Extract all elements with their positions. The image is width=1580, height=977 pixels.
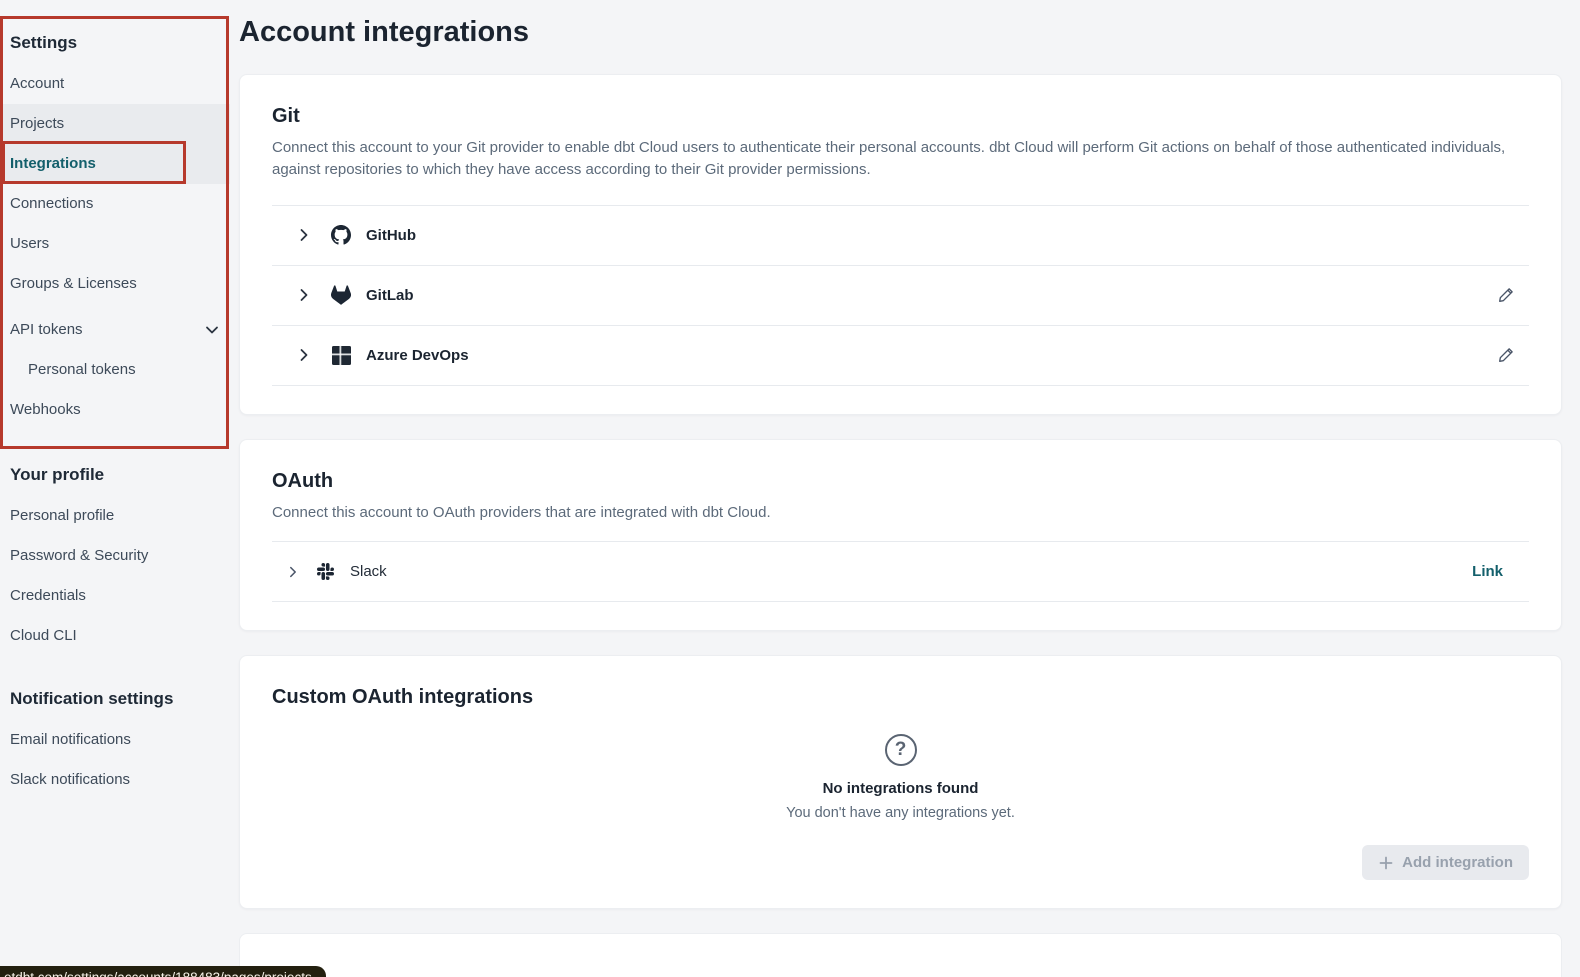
sidebar-item-label: Groups & Licenses xyxy=(10,264,137,304)
integration-label: Slack xyxy=(350,563,387,580)
sidebar-item-label: Users xyxy=(10,224,49,264)
chevron-right-icon[interactable] xyxy=(296,347,312,363)
integration-row-github[interactable]: GitHub xyxy=(272,206,1529,266)
azure-devops-icon xyxy=(330,346,352,365)
slack-icon xyxy=(314,563,336,580)
sidebar-item-label: Projects xyxy=(10,104,64,144)
main-content: Account integrations Git Connect this ac… xyxy=(239,14,1580,977)
sidebar-item-label: Personal profile xyxy=(10,496,114,536)
github-icon xyxy=(330,225,352,245)
status-bar-url: etdbt.com/settings/accounts/188483/pages… xyxy=(0,966,326,977)
sidebar-item-password-security[interactable]: Password & Security xyxy=(0,536,230,576)
sidebar-heading-your-profile: Your profile xyxy=(0,458,230,496)
sidebar-item-label: Cloud CLI xyxy=(10,616,77,656)
oauth-card: OAuth Connect this account to OAuth prov… xyxy=(239,439,1562,632)
sidebar-item-webhooks[interactable]: Webhooks xyxy=(0,390,230,430)
sidebar-item-groups-licenses[interactable]: Groups & Licenses xyxy=(0,264,230,304)
integration-label: GitHub xyxy=(366,227,416,244)
settings-sidebar: Settings Account Projects Integrations C… xyxy=(0,14,230,977)
sidebar-item-api-tokens[interactable]: API tokens xyxy=(0,310,230,350)
git-card: Git Connect this account to your Git pro… xyxy=(239,74,1562,415)
chevron-right-icon[interactable] xyxy=(296,287,312,303)
chevron-down-icon xyxy=(204,322,220,338)
sidebar-heading-settings: Settings xyxy=(0,26,230,64)
page-title: Account integrations xyxy=(239,14,1562,50)
chevron-right-icon[interactable] xyxy=(296,227,312,243)
sidebar-heading-notification-settings: Notification settings xyxy=(0,682,230,720)
git-provider-list: GitHub GitLab xyxy=(272,205,1529,386)
oauth-card-title: OAuth xyxy=(272,468,1529,494)
custom-oauth-card: Custom OAuth integrations ? No integrati… xyxy=(239,655,1562,909)
oauth-provider-list: Slack Link xyxy=(272,541,1529,602)
plus-icon xyxy=(1378,855,1394,871)
sidebar-item-credentials[interactable]: Credentials xyxy=(0,576,230,616)
sidebar-item-cloud-cli[interactable]: Cloud CLI xyxy=(0,616,230,656)
sidebar-item-label: Personal tokens xyxy=(28,350,136,390)
integration-label: Azure DevOps xyxy=(366,347,469,364)
integration-row-gitlab[interactable]: GitLab xyxy=(272,266,1529,326)
gitlab-icon xyxy=(330,285,352,305)
git-card-description: Connect this account to your Git provide… xyxy=(272,137,1529,181)
empty-state-text: You don't have any integrations yet. xyxy=(272,805,1529,821)
question-mark-icon: ? xyxy=(885,734,917,766)
edit-pencil-icon[interactable] xyxy=(1493,282,1519,308)
integration-row-azure-devops[interactable]: Azure DevOps xyxy=(272,326,1529,386)
sidebar-item-label: Account xyxy=(10,64,64,104)
add-integration-button[interactable]: Add integration xyxy=(1362,845,1529,880)
sidebar-item-account[interactable]: Account xyxy=(0,64,230,104)
empty-state: ? No integrations found You don't have a… xyxy=(272,734,1529,821)
edit-pencil-icon[interactable] xyxy=(1493,342,1519,368)
sidebar-item-slack-notifications[interactable]: Slack notifications xyxy=(0,760,230,800)
sidebar-item-label: Slack notifications xyxy=(10,760,130,800)
custom-oauth-card-title: Custom OAuth integrations xyxy=(272,684,1529,710)
slack-link-button[interactable]: Link xyxy=(1472,563,1503,580)
integration-label: GitLab xyxy=(366,287,414,304)
sidebar-item-label: Email notifications xyxy=(10,720,131,760)
sidebar-item-connections[interactable]: Connections xyxy=(0,184,230,224)
sidebar-item-label: API tokens xyxy=(10,310,83,350)
sidebar-item-label: Webhooks xyxy=(10,390,81,430)
add-integration-label: Add integration xyxy=(1402,854,1513,871)
partial-card xyxy=(239,933,1562,977)
sidebar-item-label: Password & Security xyxy=(10,536,148,576)
sidebar-item-integrations[interactable]: Integrations xyxy=(0,144,230,184)
git-card-title: Git xyxy=(272,103,1529,129)
empty-state-heading: No integrations found xyxy=(272,780,1529,797)
sidebar-item-label: Credentials xyxy=(10,576,86,616)
sidebar-item-users[interactable]: Users xyxy=(0,224,230,264)
chevron-right-icon[interactable] xyxy=(286,565,300,579)
integration-row-slack[interactable]: Slack Link xyxy=(272,542,1529,602)
sidebar-item-email-notifications[interactable]: Email notifications xyxy=(0,720,230,760)
sidebar-item-projects[interactable]: Projects xyxy=(0,104,230,144)
sidebar-item-personal-profile[interactable]: Personal profile xyxy=(0,496,230,536)
sidebar-item-label: Integrations xyxy=(10,144,96,184)
sidebar-item-label: Connections xyxy=(10,184,93,224)
oauth-card-description: Connect this account to OAuth providers … xyxy=(272,502,1529,524)
sidebar-item-personal-tokens[interactable]: Personal tokens xyxy=(0,350,230,390)
